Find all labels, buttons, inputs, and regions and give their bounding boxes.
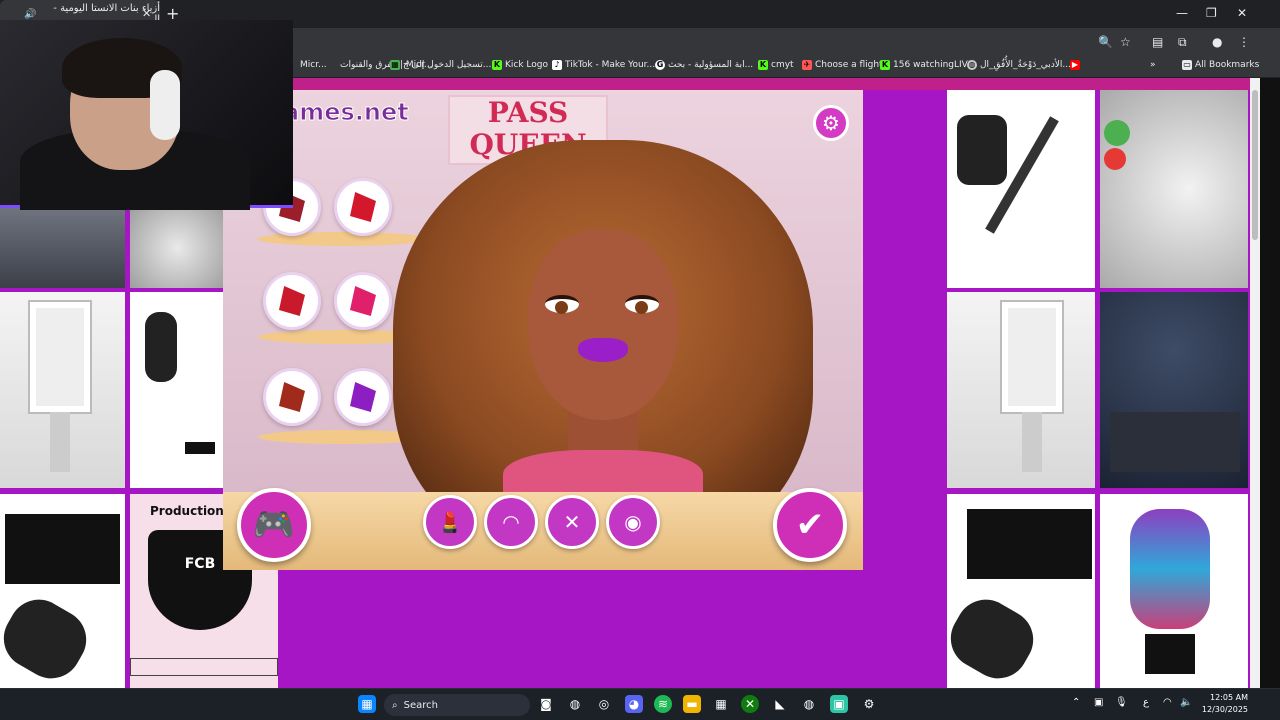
- site-logo[interactable]: ames.net: [283, 98, 410, 127]
- ad-podcast-mic-right-image[interactable]: [947, 494, 1095, 688]
- spotify-icon[interactable]: ≋: [654, 695, 672, 713]
- eyebrow-tool-icon[interactable]: ◠: [484, 495, 538, 549]
- character-eye-right: [625, 295, 659, 314]
- ad-podcast-mic-image[interactable]: [0, 494, 125, 688]
- camera-app-icon[interactable]: ◙: [537, 695, 555, 713]
- brush-tool-icon[interactable]: ✕: [545, 495, 599, 549]
- lipstick-swatch-5[interactable]: [263, 368, 321, 426]
- xbox-icon[interactable]: ✕: [741, 695, 759, 713]
- star-icon[interactable]: ☆: [1120, 35, 1131, 49]
- audio-icon[interactable]: 🔊: [24, 9, 36, 20]
- settings-gear-icon[interactable]: ⚙: [813, 105, 849, 141]
- store-icon[interactable]: ▦: [712, 695, 730, 713]
- kick-icon: K: [880, 60, 890, 70]
- lipstick-swatch-2[interactable]: [334, 178, 392, 236]
- headset-icon: [150, 70, 180, 140]
- bookmark-item[interactable]: Micr...: [300, 60, 327, 70]
- taskbar-search[interactable]: ⌕ Search: [384, 694, 530, 716]
- ad-galaxy-bedroom-image[interactable]: [1100, 292, 1248, 488]
- taskbar-clock[interactable]: 12:05 AM 12/30/2025: [1198, 692, 1248, 716]
- bookmark-item[interactable]: G ابة المسؤولية - بحث...: [655, 60, 753, 70]
- file-explorer-icon[interactable]: ▬: [683, 695, 701, 713]
- gamepad-button[interactable]: 🎮: [237, 488, 311, 562]
- vanity-counter: [223, 492, 863, 570]
- scrollbar-thumb[interactable]: [1252, 90, 1258, 240]
- youtube-icon[interactable]: ▶: [1070, 60, 1080, 70]
- ad-mic-arm-image[interactable]: [947, 90, 1095, 288]
- lipstick-swatch-4[interactable]: [334, 272, 392, 330]
- menu-icon[interactable]: ⋮: [1238, 35, 1250, 49]
- kick-icon: K: [492, 60, 502, 70]
- restore-button[interactable]: ❐: [1206, 6, 1217, 20]
- bookmark-item[interactable]: ♪ TikTok - Make Your...: [552, 60, 655, 70]
- webcam-overlay: [0, 20, 293, 210]
- bookmark-item[interactable]: ▭ All Bookmarks: [1182, 60, 1259, 70]
- ad-office-chair-image[interactable]: [947, 292, 1095, 488]
- mic-icon[interactable]: 🎙: [1115, 697, 1128, 708]
- bookmark-item[interactable]: ✈ Choose a flight: [802, 60, 883, 70]
- globe-icon: ◍: [967, 60, 977, 70]
- plane-icon: ✈: [802, 60, 812, 70]
- folder-icon: ▭: [1182, 60, 1192, 70]
- app-icon[interactable]: ▣: [830, 695, 848, 713]
- profile-avatar[interactable]: ●: [1212, 35, 1222, 49]
- tray-app-icon[interactable]: ▣: [1094, 697, 1103, 708]
- confirm-check-button[interactable]: ✔: [773, 488, 847, 562]
- ad-gaming-chair-image[interactable]: [1100, 494, 1248, 688]
- bookmarks-overflow-icon[interactable]: »: [1150, 60, 1156, 70]
- nvidia-icon[interactable]: ◣: [771, 695, 789, 713]
- tab-close-icon[interactable]: ✕: [142, 7, 151, 20]
- ad-steel-plates-image[interactable]: [1100, 90, 1248, 288]
- settings-icon[interactable]: ⚙: [860, 695, 878, 713]
- wifi-icon[interactable]: ◠: [1163, 697, 1172, 708]
- character-eye-left: [545, 295, 579, 314]
- ad-bowls-image[interactable]: [130, 208, 225, 288]
- start-button-icon[interactable]: ▦: [358, 695, 376, 713]
- chrome-active-icon[interactable]: ◍: [800, 695, 818, 713]
- tiktok-icon: ♪: [552, 60, 562, 70]
- bookmark-item[interactable]: K Kick Logo: [492, 60, 548, 70]
- lipstick-swatch-3[interactable]: [263, 272, 321, 330]
- volume-icon[interactable]: 🔈: [1180, 697, 1192, 708]
- lipstick-tool-icon[interactable]: 💄: [423, 495, 477, 549]
- zoom-icon[interactable]: 🔍: [1098, 35, 1113, 49]
- windows-icon: ▦: [390, 60, 400, 70]
- close-window-button[interactable]: ✕: [1237, 6, 1247, 20]
- search-icon: ⌕: [392, 699, 398, 711]
- chrome-icon[interactable]: ◍: [566, 695, 584, 713]
- lipstick-swatch-6[interactable]: [334, 368, 392, 426]
- production-title: Production :: [150, 504, 233, 518]
- tray-overflow-icon[interactable]: ⌃: [1072, 697, 1080, 708]
- bookmark-item[interactable]: Kcmyt: [758, 60, 794, 70]
- google-icon: G: [655, 60, 665, 70]
- discord-icon[interactable]: ◕: [625, 695, 643, 713]
- size-table: [130, 658, 278, 676]
- character-lips: [578, 338, 628, 362]
- bookmark-item[interactable]: K 156 watchingLIVE: [880, 60, 974, 70]
- minimize-button[interactable]: —: [1176, 6, 1188, 20]
- bookmark-item[interactable]: ▦ تسجيل الدخول إلى ح...: [390, 60, 491, 70]
- character-face: [528, 230, 678, 420]
- media-icon[interactable]: ▤: [1152, 35, 1163, 49]
- language-indicator[interactable]: ع: [1143, 697, 1149, 708]
- extensions-icon[interactable]: ⧉: [1178, 35, 1187, 50]
- ad-bed-image[interactable]: [0, 208, 125, 288]
- perfume-tool-icon[interactable]: ◉: [606, 495, 660, 549]
- kick-icon: K: [758, 60, 768, 70]
- makeup-game-canvas[interactable]: ames.net PASS QUEEN ⚙ 🎮 💄 ◠ ✕ ◉ ✔: [223, 90, 863, 570]
- ad-microphone-image[interactable]: [130, 292, 225, 488]
- bookmark-item[interactable]: ◍ الأدبي_دَوْحَةُ_الأُفُقِ_ال...: [967, 60, 1071, 70]
- steam-icon[interactable]: ◎: [595, 695, 613, 713]
- ad-chair-image[interactable]: [0, 292, 125, 488]
